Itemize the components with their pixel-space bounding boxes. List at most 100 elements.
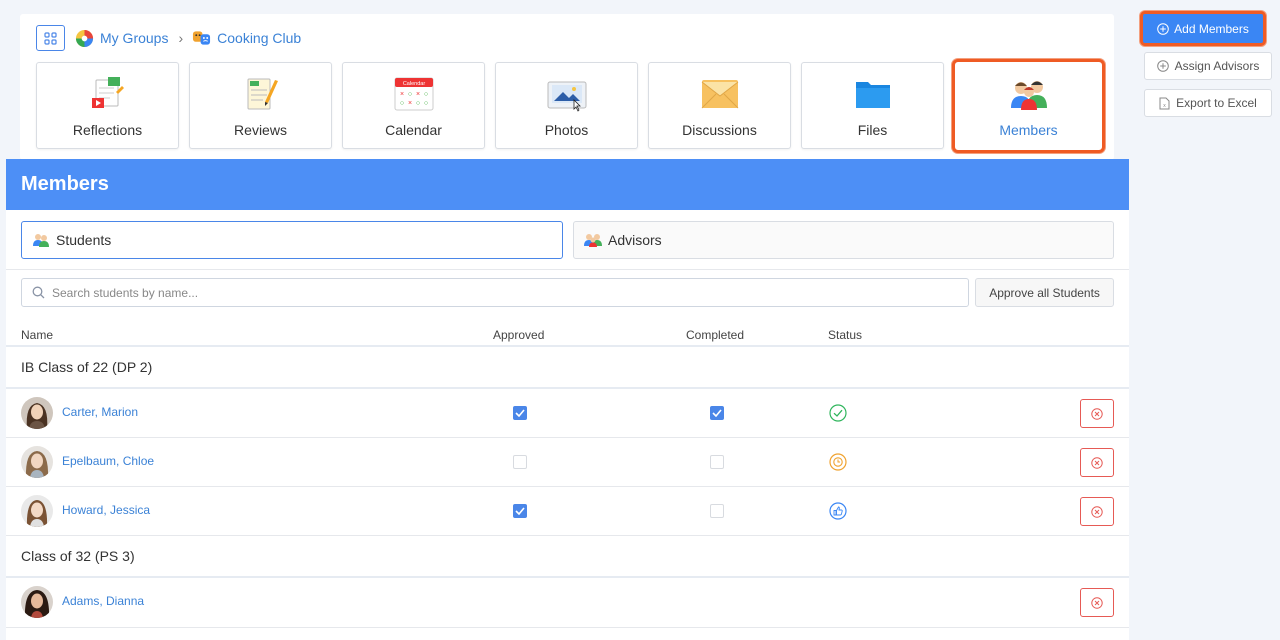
svg-text:Calendar: Calendar — [402, 81, 424, 87]
svg-text:○: ○ — [415, 100, 419, 107]
close-circle-icon — [1091, 596, 1103, 609]
reflections-icon — [88, 74, 128, 114]
search-placeholder: Search students by name... — [52, 285, 199, 300]
members-panel: Members Students Advisors Search student… — [6, 159, 1129, 640]
column-approved: Approved — [493, 328, 545, 342]
approved-checkbox[interactable] — [513, 455, 527, 469]
breadcrumb: My Groups › Cooking Club — [36, 25, 301, 51]
pending-status-icon — [829, 453, 847, 471]
member-name-link[interactable]: Carter, Marion — [62, 405, 138, 419]
tile-reviews[interactable]: Reviews — [189, 62, 332, 149]
members-icon — [1008, 74, 1050, 114]
member-actions: Add Members Assign Advisors x Export to … — [1140, 11, 1272, 117]
group-header: Class of 32 (PS 3) — [6, 536, 1129, 578]
check-icon — [515, 409, 525, 417]
svg-text:○: ○ — [399, 100, 403, 107]
breadcrumb-current-group[interactable]: Cooking Club — [192, 29, 301, 47]
tile-label: Reflections — [72, 122, 143, 138]
remove-member-button[interactable] — [1080, 448, 1114, 477]
approved-checkbox[interactable] — [513, 504, 527, 518]
tile-reflections[interactable]: Reflections — [36, 62, 179, 149]
column-status: Status — [828, 328, 863, 342]
avatar — [21, 397, 53, 429]
completed-checkbox[interactable] — [710, 455, 724, 469]
approved-checkbox[interactable] — [513, 406, 527, 420]
assign-advisors-button[interactable]: Assign Advisors — [1144, 52, 1272, 80]
assign-advisors-label: Assign Advisors — [1174, 59, 1260, 73]
table-row: Howard, Jessica — [6, 487, 1129, 536]
member-name-link[interactable]: Howard, Jessica — [62, 503, 150, 517]
tile-label: Members — [999, 122, 1058, 138]
export-excel-button[interactable]: x Export to Excel — [1144, 89, 1272, 117]
search-row: Search students by name... Approve all S… — [6, 270, 1129, 307]
breadcrumb-current-label: Cooking Club — [217, 30, 302, 46]
tile-label: Discussions — [682, 122, 757, 138]
close-circle-icon — [1091, 407, 1103, 420]
svg-text:×: × — [407, 100, 411, 107]
table-row: Epelbaum, Chloe — [6, 438, 1129, 487]
search-icon — [32, 286, 45, 299]
tab-advisors[interactable]: Advisors — [573, 221, 1114, 259]
group-header: IB Class of 22 (DP 2) — [6, 347, 1129, 389]
theater-masks-icon — [192, 29, 211, 47]
tab-students[interactable]: Students — [21, 221, 563, 259]
discussions-icon — [699, 74, 741, 114]
approved-thumbs-up-status-icon — [829, 502, 847, 520]
tile-label: Files — [857, 122, 888, 138]
check-icon — [712, 409, 722, 417]
plus-circle-icon — [1157, 22, 1169, 35]
tile-members[interactable]: Members — [952, 59, 1105, 153]
excel-file-icon: x — [1159, 97, 1170, 109]
photos-icon — [546, 74, 588, 114]
tile-discussions[interactable]: Discussions — [648, 62, 791, 149]
remove-member-button[interactable] — [1080, 399, 1114, 428]
grid-icon — [44, 31, 57, 45]
students-icon — [33, 234, 49, 247]
svg-text:○: ○ — [423, 91, 427, 98]
breadcrumb-my-groups[interactable]: My Groups — [75, 29, 168, 48]
completed-checkbox[interactable] — [710, 406, 724, 420]
table-row: Adams, Dianna — [6, 578, 1129, 628]
tile-files[interactable]: Files — [801, 62, 944, 149]
remove-member-button[interactable] — [1080, 588, 1114, 617]
reviews-icon — [241, 74, 281, 114]
svg-text:×: × — [415, 91, 419, 98]
chevron-right-icon: › — [178, 30, 184, 46]
member-name-link[interactable]: Adams, Dianna — [62, 594, 144, 608]
tile-label: Calendar — [385, 122, 442, 138]
approve-all-button[interactable]: Approve all Students — [975, 278, 1114, 307]
add-members-button[interactable]: Add Members — [1140, 11, 1266, 46]
svg-text:○: ○ — [423, 100, 427, 107]
svg-text:×: × — [399, 91, 403, 98]
column-completed: Completed — [686, 328, 745, 342]
tab-students-label: Students — [56, 232, 112, 248]
groups-ball-icon — [75, 29, 94, 48]
plus-circle-icon — [1156, 60, 1169, 72]
apps-grid-button[interactable] — [36, 25, 65, 51]
members-title: Members — [6, 159, 1129, 210]
table-row: Carter, Marion — [6, 389, 1129, 438]
completed-status-icon — [829, 404, 847, 422]
completed-checkbox[interactable] — [710, 504, 724, 518]
export-excel-label: Export to Excel — [1176, 96, 1257, 110]
tab-advisors-label: Advisors — [608, 232, 662, 248]
breadcrumb-root-label: My Groups — [100, 30, 169, 46]
files-icon — [853, 74, 893, 114]
table-header: Name Approved Completed Status — [6, 307, 1129, 347]
svg-text:x: x — [1163, 103, 1166, 109]
tile-label: Photos — [544, 122, 589, 138]
tile-calendar[interactable]: Calendar × ○ × ○ ○ × ○ ○ Calendar — [342, 62, 485, 149]
avatar — [21, 495, 53, 527]
remove-member-button[interactable] — [1080, 497, 1114, 526]
member-type-tabs: Students Advisors — [6, 210, 1129, 259]
column-name: Name — [21, 328, 54, 342]
close-circle-icon — [1091, 505, 1103, 518]
member-name-link[interactable]: Epelbaum, Chloe — [62, 454, 154, 468]
close-circle-icon — [1091, 456, 1103, 469]
check-icon — [515, 507, 525, 515]
tile-photos[interactable]: Photos — [495, 62, 638, 149]
section-tiles: Reflections Reviews Calendar × ○ × ○ ○ ×… — [36, 59, 1105, 153]
search-input[interactable]: Search students by name... — [21, 278, 970, 307]
avatar — [21, 586, 53, 618]
tile-label: Reviews — [234, 122, 287, 138]
